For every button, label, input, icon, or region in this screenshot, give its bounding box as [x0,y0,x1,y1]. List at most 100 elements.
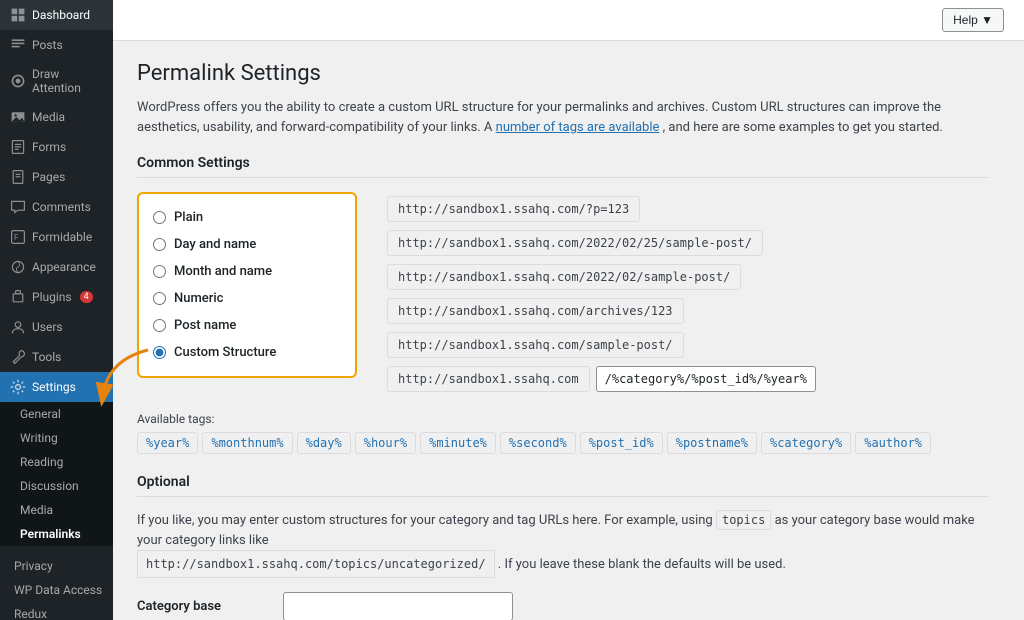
sidebar-label-appearance: Appearance [32,260,96,274]
optional-section: Optional If you like, you may enter cust… [137,474,989,620]
radio-label-post-name[interactable]: Post name [174,318,236,333]
url-text-plain: http://sandbox1.ssahq.com/?p=123 [387,196,640,222]
radio-input-post-name[interactable] [153,319,166,332]
radio-input-day-name[interactable] [153,238,166,251]
sidebar-label-comments: Comments [32,200,91,214]
sidebar-item-posts[interactable]: Posts [0,30,113,60]
comments-icon [10,199,26,215]
settings-submenu: General Writing Reading Discussion Media… [0,402,113,546]
page-description: WordPress offers you the ability to crea… [137,98,989,137]
category-base-label: Category base [137,599,267,614]
submenu-reading[interactable]: Reading [0,450,113,474]
tag-post-id[interactable]: %post_id% [580,432,663,454]
submenu-media[interactable]: Media [0,498,113,522]
formidable-icon: F [10,229,26,245]
sidebar-item-dashboard[interactable]: Dashboard [0,0,113,30]
submenu-general[interactable]: General [0,402,113,426]
sidebar-item-forms[interactable]: Forms [0,132,113,162]
description-link[interactable]: number of tags are available [496,120,660,135]
tag-author[interactable]: %author% [855,432,931,454]
url-examples-column: http://sandbox1.ssahq.com/?p=123 http://… [387,192,816,396]
submenu-wp-data-access[interactable]: WP Data Access [0,578,113,602]
svg-text:F: F [14,233,19,242]
custom-url-input[interactable] [596,366,816,392]
sidebar-label-users: Users [32,320,63,334]
optional-text1: If you like, you may enter custom struct… [137,513,713,528]
radio-input-plain[interactable] [153,211,166,224]
appearance-icon [10,259,26,275]
sidebar-item-users[interactable]: Users [0,312,113,342]
sidebar-item-tools[interactable]: Tools [0,342,113,372]
available-tags-label: Available tags: [137,412,989,426]
sidebar-item-settings[interactable]: Settings [0,372,113,402]
radio-label-numeric[interactable]: Numeric [174,291,223,306]
common-settings-title: Common Settings [137,155,989,178]
url-prefix-custom: http://sandbox1.ssahq.com [387,366,590,392]
submenu-discussion[interactable]: Discussion [0,474,113,498]
tag-year[interactable]: %year% [137,432,198,454]
sidebar-item-comments[interactable]: Comments [0,192,113,222]
plugins-badge: 4 [80,291,93,303]
radio-month-name: Month and name [153,258,341,285]
url-example-numeric: http://sandbox1.ssahq.com/archives/123 [387,294,816,328]
sidebar-label-forms: Forms [32,140,66,154]
forms-icon [10,139,26,155]
tag-monthnum[interactable]: %monthnum% [202,432,292,454]
tag-day[interactable]: %day% [297,432,351,454]
tag-second[interactable]: %second% [500,432,576,454]
radio-label-month-name[interactable]: Month and name [174,264,272,279]
radio-input-numeric[interactable] [153,292,166,305]
tools-icon [10,349,26,365]
url-example-day-name: http://sandbox1.ssahq.com/2022/02/25/sam… [387,226,816,260]
main-area: Help ▼ Permalink Settings WordPress offe… [113,0,1024,620]
tags-list: %year% %monthnum% %day% %hour% %minute% … [137,432,989,454]
dashboard-icon [10,7,26,23]
submenu-writing[interactable]: Writing [0,426,113,450]
submenu-privacy[interactable]: Privacy [0,554,113,578]
available-tags-section: Available tags: %year% %monthnum% %day% … [137,412,989,454]
sidebar-label-draw-attention: Draw Attention [32,67,103,95]
optional-description: If you like, you may enter custom struct… [137,511,989,578]
sidebar-item-plugins[interactable]: Plugins 4 [0,282,113,312]
settings-icon [10,379,26,395]
radio-label-custom[interactable]: Custom Structure [174,345,276,360]
draw-attention-icon [10,73,26,89]
tag-hour[interactable]: %hour% [355,432,416,454]
url-text-numeric: http://sandbox1.ssahq.com/archives/123 [387,298,684,324]
sidebar-item-media[interactable]: Media [0,102,113,132]
submenu-redux[interactable]: Redux [0,602,113,620]
sidebar-item-formidable[interactable]: F Formidable [0,222,113,252]
page-title: Permalink Settings [137,61,989,86]
optional-url: http://sandbox1.ssahq.com/topics/uncateg… [137,550,495,578]
optional-title: Optional [137,474,989,497]
url-text-month-name: http://sandbox1.ssahq.com/2022/02/sample… [387,264,741,290]
sidebar-item-draw-attention[interactable]: Draw Attention [0,60,113,102]
radio-label-plain[interactable]: Plain [174,210,203,225]
url-example-plain: http://sandbox1.ssahq.com/?p=123 [387,192,816,226]
category-base-row: Category base [137,592,989,620]
permalink-radio-group: Plain Day and name Month and name Numeri… [137,192,357,378]
radio-input-month-name[interactable] [153,265,166,278]
help-button[interactable]: Help ▼ [942,8,1004,32]
radio-day-name: Day and name [153,231,341,258]
users-icon [10,319,26,335]
tag-minute[interactable]: %minute% [420,432,496,454]
url-text-day-name: http://sandbox1.ssahq.com/2022/02/25/sam… [387,230,763,256]
sidebar-item-pages[interactable]: Pages [0,162,113,192]
radio-label-day-name[interactable]: Day and name [174,237,256,252]
url-example-month-name: http://sandbox1.ssahq.com/2022/02/sample… [387,260,816,294]
sidebar-item-appearance[interactable]: Appearance [0,252,113,282]
radio-input-custom[interactable] [153,346,166,359]
sidebar-label-media: Media [32,110,65,124]
sidebar-label-pages: Pages [32,170,65,184]
submenu-permalinks[interactable]: Permalinks [0,522,113,546]
description-text2: , and here are some examples to get you … [663,120,943,135]
plugins-icon [10,289,26,305]
category-base-input[interactable] [283,592,513,620]
tag-postname[interactable]: %postname% [667,432,757,454]
topbar: Help ▼ [113,0,1024,41]
tag-category[interactable]: %category% [761,432,851,454]
radio-custom: Custom Structure [153,339,341,366]
sidebar-label-posts: Posts [32,38,63,52]
optional-text3: . If you leave these blank the defaults … [498,557,786,572]
